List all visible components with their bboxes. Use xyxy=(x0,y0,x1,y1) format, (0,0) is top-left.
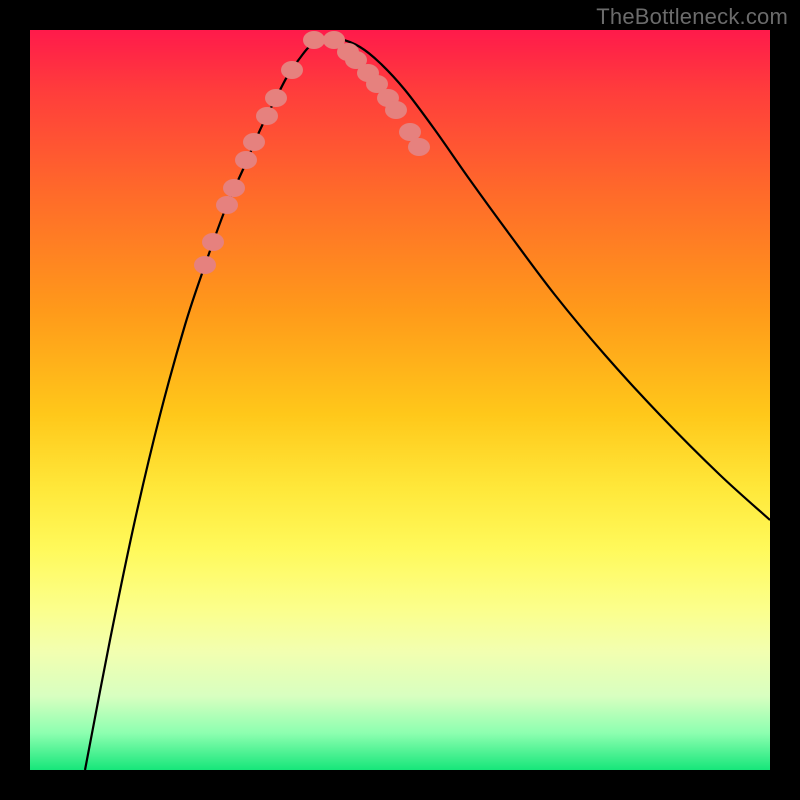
highlight-dot xyxy=(265,89,287,107)
highlight-dot xyxy=(194,256,216,274)
watermark-text: TheBottleneck.com xyxy=(596,4,788,30)
highlight-dot xyxy=(256,107,278,125)
highlight-dot xyxy=(202,233,224,251)
chart-plot-area xyxy=(30,30,770,770)
highlight-dot xyxy=(303,31,325,49)
highlight-dot xyxy=(408,138,430,156)
chart-svg xyxy=(30,30,770,770)
highlight-dot xyxy=(281,61,303,79)
highlight-dot xyxy=(385,101,407,119)
highlight-dots-group xyxy=(194,31,430,274)
highlight-dot xyxy=(235,151,257,169)
highlight-dot xyxy=(223,179,245,197)
highlight-dot xyxy=(216,196,238,214)
highlight-dot xyxy=(243,133,265,151)
